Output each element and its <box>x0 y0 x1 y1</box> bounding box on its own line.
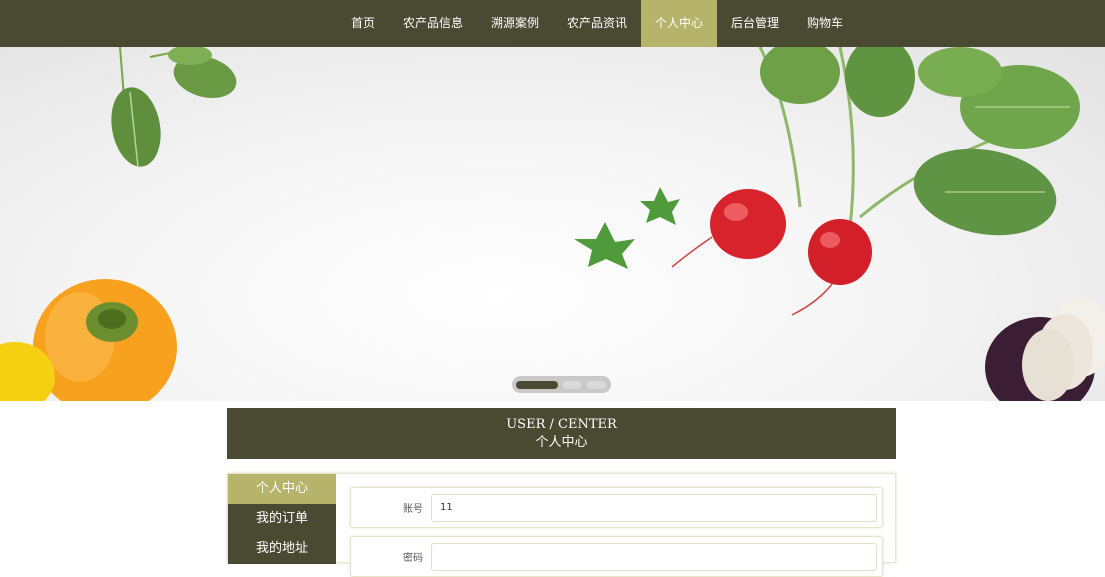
user-center-panel: 个人中心 我的订单 我的地址 账号 11 密码 <box>227 473 896 577</box>
sidebar-item-addresses[interactable]: 我的地址 <box>228 534 336 564</box>
account-row: 账号 11 <box>350 487 883 528</box>
sidebar-item-profile[interactable]: 个人中心 <box>228 474 336 504</box>
password-input[interactable] <box>431 543 877 571</box>
carousel-dot-2[interactable] <box>562 380 582 389</box>
nav-home[interactable]: 首页 <box>337 0 389 47</box>
heading-english: USER / CENTER <box>506 417 617 432</box>
heading-chinese: 个人中心 <box>535 435 588 450</box>
password-row: 密码 <box>350 536 883 577</box>
nav-products[interactable]: 农产品信息 <box>389 0 477 47</box>
banner-carousel <box>0 47 1105 401</box>
account-input[interactable]: 11 <box>431 494 877 522</box>
nav-cart[interactable]: 购物车 <box>793 0 857 47</box>
carousel-dot-3[interactable] <box>586 380 606 389</box>
carousel-dot-1[interactable] <box>516 380 558 389</box>
password-label: 密码 <box>403 553 423 564</box>
nav-trace-cases[interactable]: 溯源案例 <box>477 0 553 47</box>
top-nav-bar: 首页 农产品信息 溯源案例 农产品资讯 个人中心 后台管理 购物车 <box>0 0 1105 47</box>
sidebar-item-orders[interactable]: 我的订单 <box>228 504 336 534</box>
user-center-heading: USER / CENTER 个人中心 <box>227 408 896 459</box>
nav-news[interactable]: 农产品资讯 <box>553 0 641 47</box>
carousel-indicators <box>512 376 611 393</box>
user-sidebar: 个人中心 我的订单 我的地址 <box>228 474 336 564</box>
nav-user-center[interactable]: 个人中心 <box>641 0 718 47</box>
nav-admin[interactable]: 后台管理 <box>717 0 793 47</box>
account-label: 账号 <box>403 504 423 515</box>
nav-menu: 首页 农产品信息 溯源案例 农产品资讯 个人中心 后台管理 购物车 <box>337 0 857 47</box>
vegetable-banner-image <box>0 47 1105 401</box>
